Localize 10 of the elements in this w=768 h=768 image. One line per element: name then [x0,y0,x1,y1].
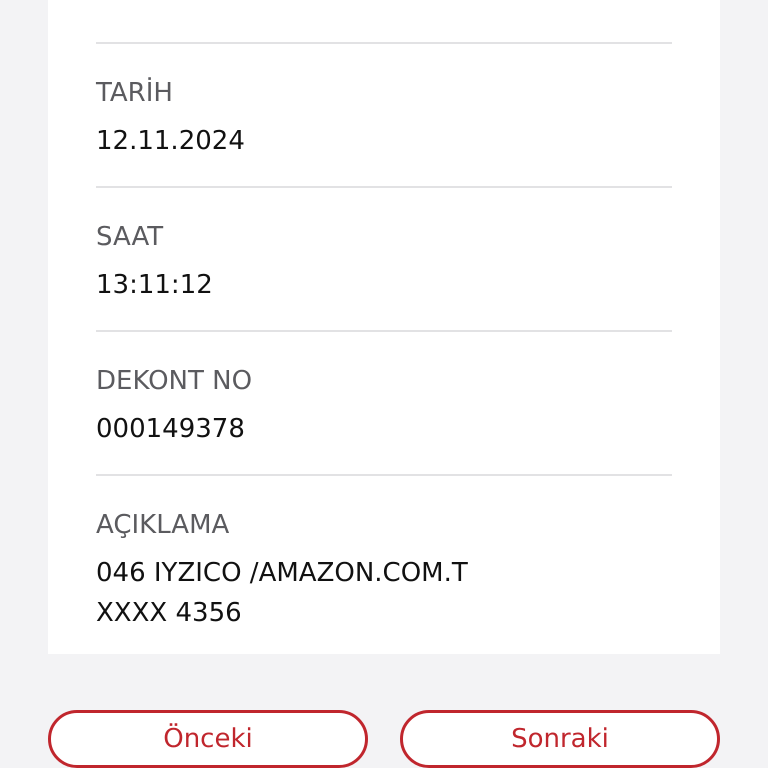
detail-label: DEKONT NO [96,365,254,398]
detail-value: 000149378 [96,413,246,446]
next-button[interactable]: Sonraki [400,710,720,768]
detail-label: AÇIKLAMA [96,509,230,542]
detail-value: 13:11:12 [96,269,214,302]
detail-label: TARİH [96,76,174,110]
detail-label: SAAT [96,221,164,254]
previous-button[interactable]: Önceki [48,710,368,768]
detail-value: 046 IYZICO /AMAZON.COM.T XXXX 4356 [96,557,469,630]
detail-value: 12.11.2024 [96,125,246,158]
